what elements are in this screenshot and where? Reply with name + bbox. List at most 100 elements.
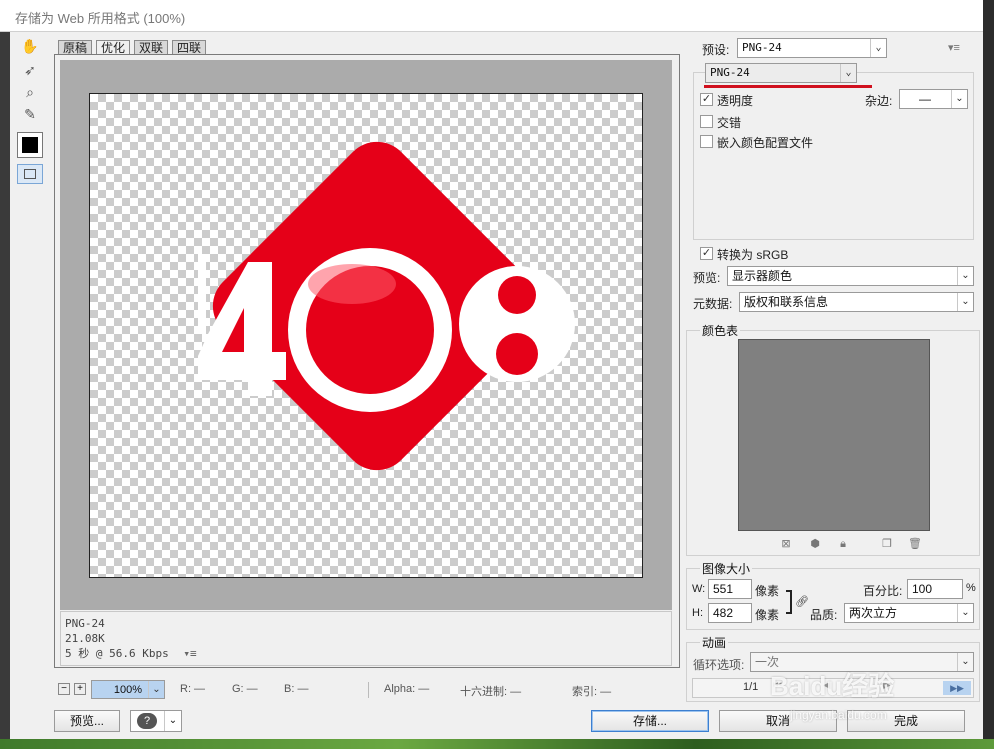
interlaced-checkbox[interactable]: [700, 115, 713, 128]
height-label: H:: [692, 607, 703, 619]
chevron-down-icon: ⌄: [957, 653, 973, 671]
format-select[interactable]: PNG-24 ⌄: [705, 63, 857, 83]
matte-value: —: [919, 92, 931, 106]
new-color-icon[interactable]: ❐: [880, 537, 894, 551]
zoom-in-button[interactable]: +: [74, 683, 86, 695]
preset-value: PNG-24: [742, 41, 782, 54]
preview-mode-value: 显示器颜色: [732, 269, 793, 283]
chevron-down-icon: ⌄: [870, 39, 886, 57]
image-size-title: 图像大小: [700, 560, 753, 577]
chevron-down-icon: ⌄: [148, 681, 164, 698]
height-unit-label: 像素: [755, 608, 780, 622]
convert-srgb-checkbox[interactable]: ✓: [700, 247, 713, 260]
transparency-checkbox[interactable]: ✓: [700, 93, 713, 106]
readout-g: G: —: [232, 683, 258, 695]
color-table: [738, 339, 930, 531]
format-value: PNG-24: [710, 66, 750, 79]
last-frame-icon[interactable]: ▶▶: [943, 681, 971, 695]
divider: [368, 682, 369, 698]
transparency-label: 透明度: [717, 94, 754, 108]
zoom-out-button[interactable]: −: [58, 683, 70, 695]
link-chain-icon[interactable]: 🔗︎: [795, 595, 809, 608]
percent-unit: %: [966, 582, 976, 594]
tab-optimized[interactable]: 优化: [96, 40, 131, 55]
metadata-select[interactable]: 版权和联系信息 ⌄: [739, 292, 974, 312]
save-button[interactable]: 存储...: [591, 710, 709, 732]
trash-icon[interactable]: 🗑︎: [908, 537, 922, 551]
hand-tool-icon[interactable]: ✋: [18, 36, 42, 56]
zoom-level-value: 100%: [113, 684, 143, 696]
frame-counter: 1/1: [743, 681, 759, 693]
width-input[interactable]: 551: [708, 579, 752, 599]
preset-select[interactable]: PNG-24 ⌄: [737, 38, 887, 58]
title-bar: 存储为 Web 所用格式 (100%): [0, 0, 994, 32]
optimization-info-panel: PNG-24 21.08K 5 秒 @ 56.6 Kbps ▾≡: [60, 611, 672, 666]
toolbox: ✋ ➶ ⌕ ✎: [14, 34, 46, 674]
desktop-background-strip: [0, 739, 994, 749]
chevron-down-icon: ⌄: [957, 267, 973, 285]
quality-select[interactable]: 两次立方 ⌄: [844, 603, 974, 623]
info-size: 21.08K: [65, 632, 105, 645]
info-download-time: 5 秒 @ 56.6 Kbps: [65, 647, 169, 660]
tab-2up[interactable]: 双联: [134, 40, 169, 55]
baidu-watermark: Baidu经验: [770, 671, 895, 701]
eyedropper-color-swatch[interactable]: [17, 132, 43, 158]
background-right-edge: [983, 0, 994, 749]
logo-highlight: [308, 264, 396, 304]
width-unit-label: 像素: [755, 584, 780, 598]
readout-b: B: —: [284, 683, 309, 695]
zoom-tool-icon[interactable]: ⌕: [18, 82, 42, 102]
tab-original[interactable]: 原稿: [58, 40, 93, 55]
width-value: 551: [713, 582, 734, 596]
map-transparency-icon[interactable]: ⊠: [779, 537, 793, 551]
408-logo-image: 408: [198, 119, 575, 471]
matte-select[interactable]: — ⌄: [899, 89, 968, 109]
color-table-title: 颜色表: [700, 322, 741, 339]
interlaced-label: 交错: [717, 116, 742, 130]
readout-index: 索引: —: [572, 686, 612, 698]
percent-input[interactable]: 100: [907, 579, 963, 599]
tab-4up[interactable]: 四联: [172, 40, 207, 55]
zoom-level-select[interactable]: 100% ⌄: [91, 680, 165, 699]
chevron-down-icon: ⌄: [164, 711, 181, 731]
info-menu-icon[interactable]: ▾≡: [183, 647, 196, 660]
height-value: 482: [713, 606, 734, 620]
window-title: 存储为 Web 所用格式 (100%): [15, 11, 186, 26]
preview-mode-label: 预览:: [693, 271, 721, 285]
metadata-label: 元数据:: [693, 297, 733, 311]
optimize-menu-icon[interactable]: ▾≡: [948, 41, 960, 54]
web-shift-cube-icon[interactable]: ⬢: [808, 537, 822, 551]
baidu-watermark-url: jingyan.baidu.com: [790, 708, 887, 722]
matte-label: 杂边:: [865, 94, 893, 108]
background-left-edge: [0, 32, 10, 749]
height-input[interactable]: 482: [708, 603, 752, 623]
loop-label: 循环选项:: [693, 658, 745, 672]
image-preview[interactable]: 408: [89, 93, 643, 578]
logo-text: 408: [376, 119, 378, 121]
slice-select-tool-icon[interactable]: ➶: [18, 60, 42, 80]
percent-label: 百分比:: [863, 584, 903, 598]
eyedropper-tool-icon[interactable]: ✎: [18, 104, 42, 124]
lock-color-icon[interactable]: 🔒︎: [836, 537, 850, 551]
embed-profile-label: 嵌入颜色配置文件: [717, 136, 814, 150]
readout-hex: 十六进制: —: [460, 686, 522, 698]
preset-label: 预设:: [702, 43, 730, 57]
quality-value: 两次立方: [849, 606, 898, 620]
embed-profile-checkbox[interactable]: [700, 135, 713, 148]
chevron-down-icon: ⌄: [957, 604, 973, 622]
metadata-value: 版权和联系信息: [744, 295, 829, 309]
preview-mode-select[interactable]: 显示器颜色 ⌄: [727, 266, 974, 286]
chevron-down-icon: ⌄: [957, 293, 973, 311]
preview-button[interactable]: 预览...: [54, 710, 120, 732]
animation-title: 动画: [700, 634, 729, 651]
browser-preview-select[interactable]: ? ⌄: [130, 710, 182, 732]
chevron-down-icon: ⌄: [840, 64, 856, 82]
percent-value: 100: [912, 582, 933, 596]
convert-srgb-label: 转换为 sRGB: [717, 248, 789, 262]
annotation-underline: [704, 85, 872, 88]
readout-r: R: —: [180, 683, 206, 695]
info-format: PNG-24: [65, 617, 105, 630]
toggle-slices-visibility-icon[interactable]: [17, 164, 43, 184]
chevron-down-icon: ⌄: [951, 90, 967, 108]
quality-label: 品质:: [810, 608, 838, 622]
